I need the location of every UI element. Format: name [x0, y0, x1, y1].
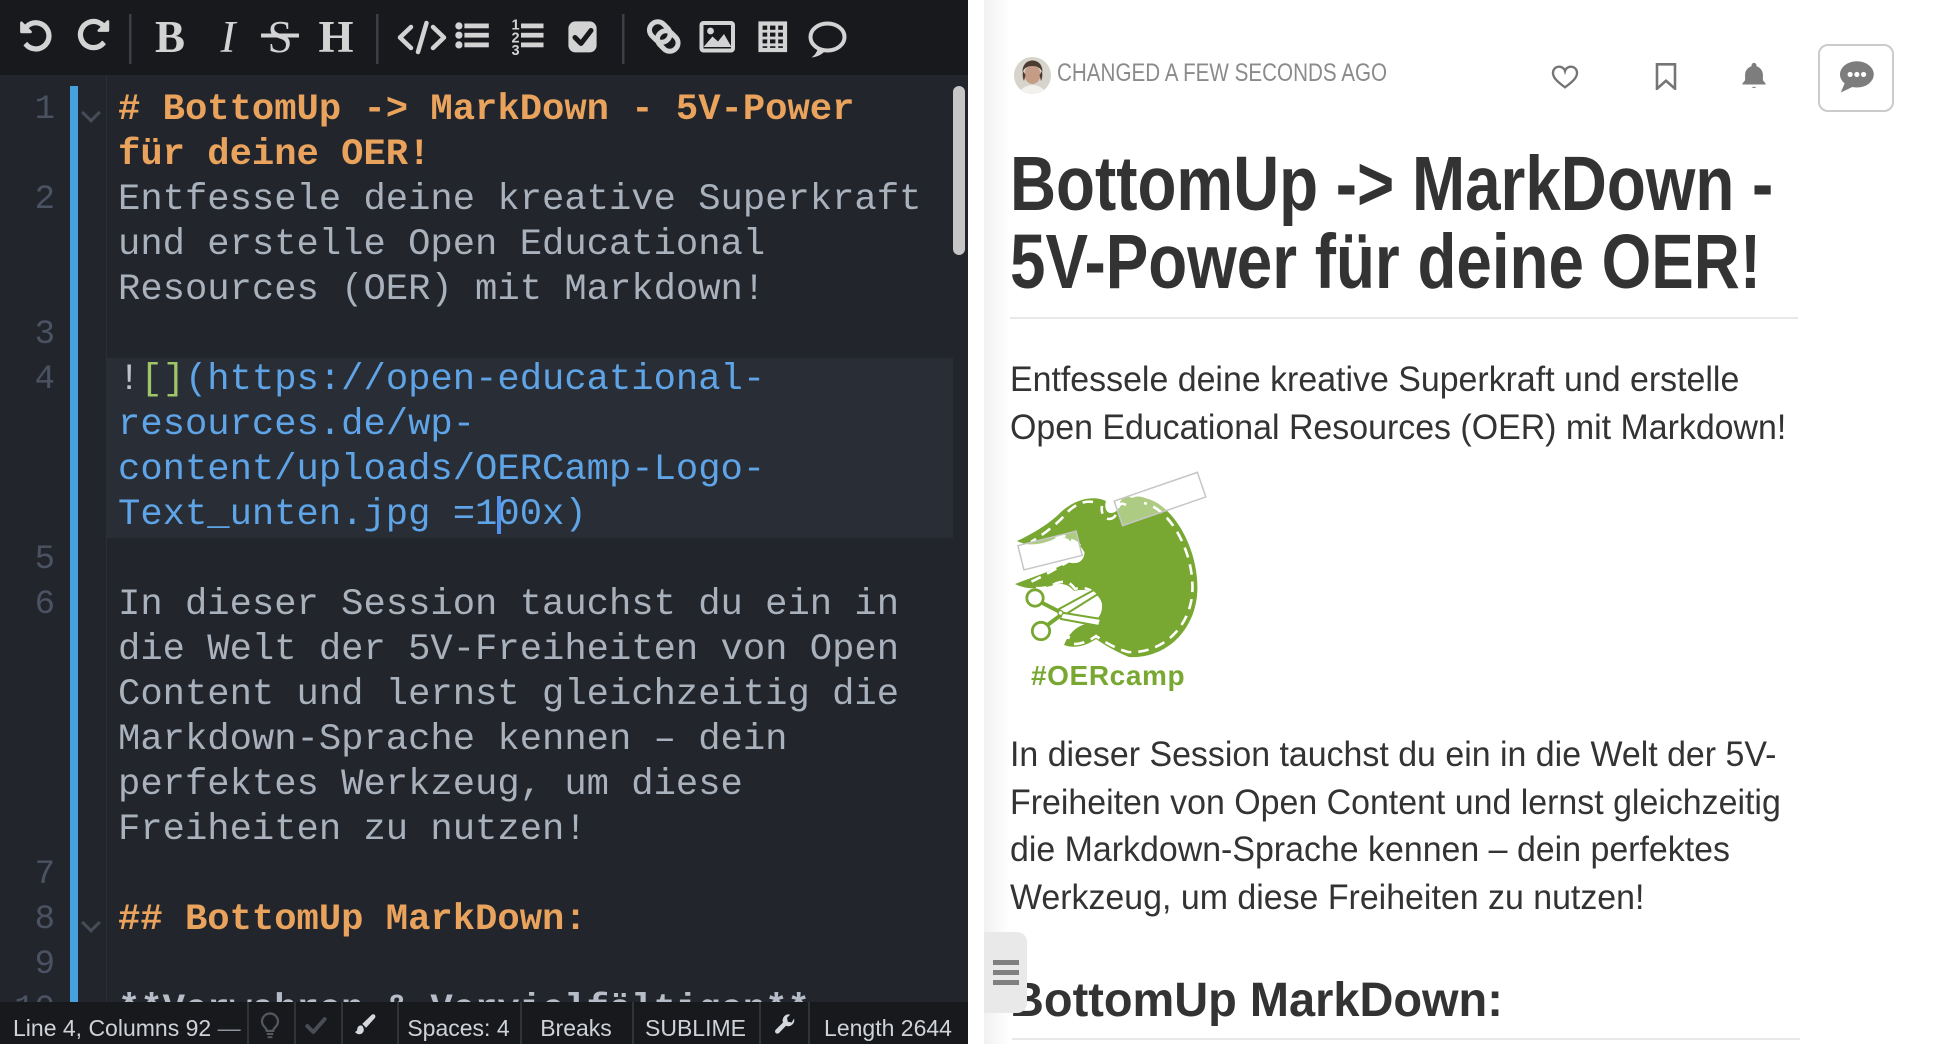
svg-text:H: H	[318, 12, 353, 62]
svg-text:I: I	[220, 12, 238, 62]
svg-text:B: B	[155, 12, 185, 62]
svg-text:3: 3	[511, 43, 519, 59]
